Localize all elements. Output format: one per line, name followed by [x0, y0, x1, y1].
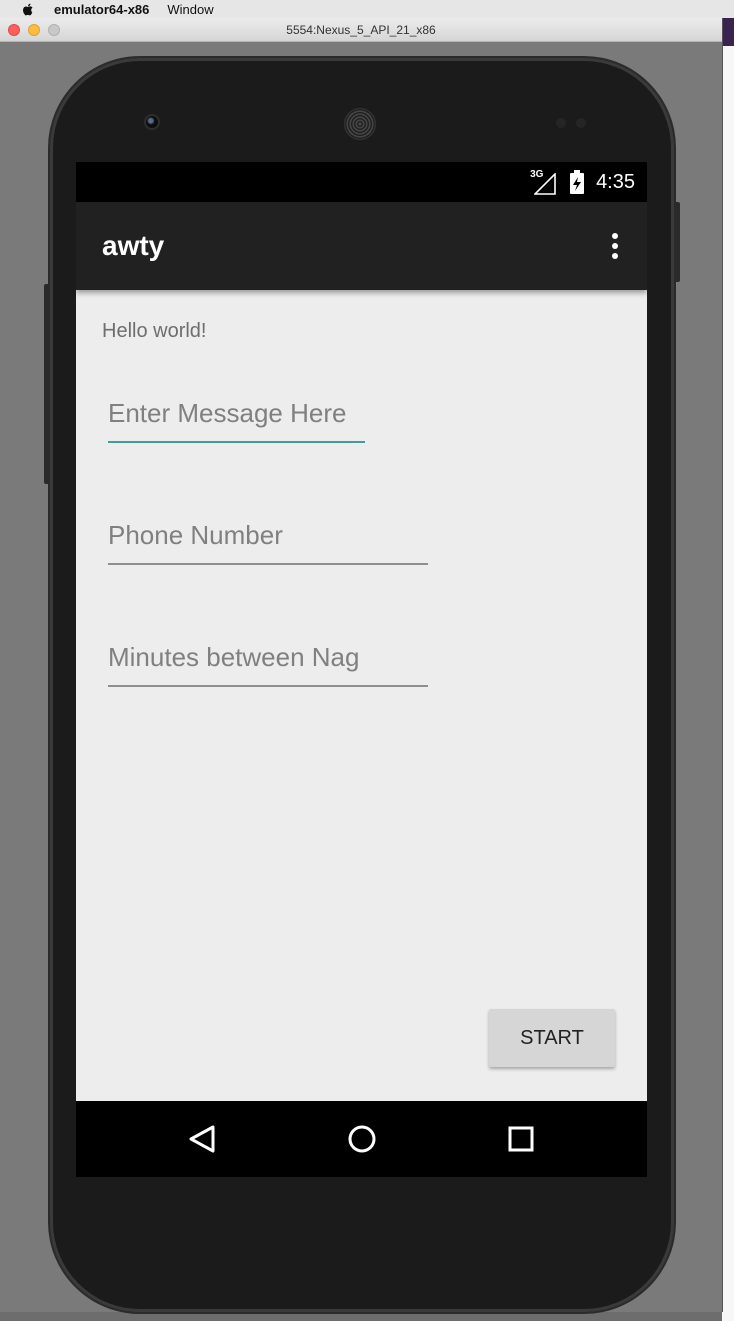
more-vert-icon[interactable]: [607, 233, 623, 259]
front-camera-icon: [144, 114, 160, 130]
back-triangle-icon[interactable]: [187, 1123, 219, 1155]
power-button[interactable]: [674, 202, 680, 282]
phone-screen: 3G 4:35 awty Hello world! Enter Message …: [76, 162, 647, 1177]
minutes-input[interactable]: [108, 642, 428, 687]
window-title: 5554:Nexus_5_API_21_x86: [286, 22, 436, 37]
status-clock: 4:35: [596, 170, 635, 193]
sensor-icon: [576, 118, 586, 128]
mac-menubar: emulator64-x86 Window: [0, 0, 734, 18]
status-bar: 3G 4:35: [76, 162, 647, 202]
signal-icon: 3G: [530, 169, 560, 195]
hello-text: Hello world!: [102, 320, 207, 342]
start-button[interactable]: START: [489, 1009, 615, 1067]
sensor-icon: [556, 118, 566, 128]
close-window-button[interactable]: [8, 24, 20, 36]
app-title: awty: [102, 230, 165, 261]
speaker-grille-icon: [344, 108, 376, 140]
zoom-window-button[interactable]: [48, 24, 60, 36]
battery-icon: [570, 170, 585, 194]
phone-number-input[interactable]: [108, 520, 428, 565]
nav-bar: [76, 1101, 647, 1177]
recents-square-icon[interactable]: [505, 1123, 537, 1155]
background-window: [722, 18, 734, 1321]
apple-icon[interactable]: [22, 2, 34, 16]
menubar-app-name[interactable]: emulator64-x86: [54, 2, 149, 17]
emulator-window: 5554:Nexus_5_API_21_x86 3G 4:35 awty Hel…: [0, 18, 723, 1312]
phone-frame: 3G 4:35 awty Hello world! Enter Message …: [44, 58, 680, 1312]
app-bar: awty: [76, 202, 647, 290]
background-header: [722, 18, 734, 46]
emulator-titlebar: 5554:Nexus_5_API_21_x86: [0, 18, 722, 42]
message-input[interactable]: [108, 398, 365, 443]
home-circle-icon[interactable]: [346, 1123, 378, 1155]
window-controls: [8, 24, 60, 36]
volume-button[interactable]: [44, 284, 50, 484]
minimize-window-button[interactable]: [28, 24, 40, 36]
main-content: Hello world! START: [76, 290, 647, 1101]
menubar-window[interactable]: Window: [167, 2, 213, 17]
